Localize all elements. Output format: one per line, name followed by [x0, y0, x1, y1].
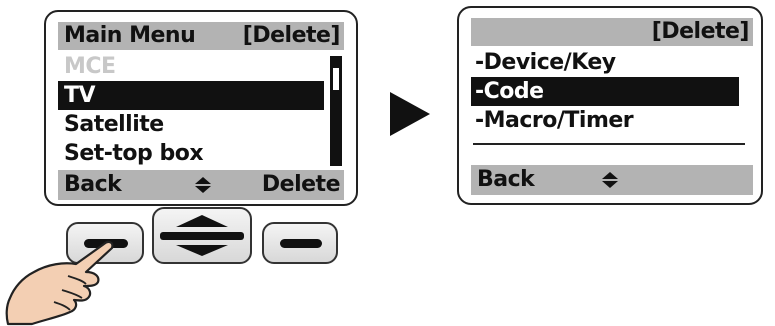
softkey-bar: Back — [471, 165, 753, 195]
menu-item-device-key[interactable]: -Device/Key — [471, 48, 739, 77]
navigation-rocker-button[interactable] — [152, 207, 252, 264]
pointing-hand-icon — [5, 240, 114, 326]
softkey-back-label: Back — [64, 172, 122, 197]
screen-header: [Delete] — [471, 18, 753, 46]
menu-item-tv[interactable]: TV — [58, 81, 324, 110]
right-soft-key-button[interactable] — [262, 222, 338, 264]
divider — [473, 143, 745, 145]
menu-item-set-top-box[interactable]: Set-top box — [58, 139, 324, 168]
dash-icon — [280, 239, 322, 248]
header-delete-action: [Delete] — [651, 19, 750, 44]
page-title: Main Menu — [64, 23, 196, 48]
menu-item-mce[interactable]: MCE — [58, 52, 324, 81]
softkey-bar: Back Delete — [58, 170, 344, 200]
softkey-back-label: Back — [477, 167, 535, 192]
main-menu-screen: Main Menu [Delete] MCE TV Satellite Set-… — [44, 10, 358, 206]
menu-item-macro-timer[interactable]: -Macro/Timer — [471, 106, 739, 135]
menu-item-code[interactable]: -Code — [471, 77, 739, 106]
softkey-delete-label: Delete — [261, 172, 341, 197]
up-down-arrows-icon — [602, 172, 618, 188]
up-down-arrows-icon — [160, 215, 244, 256]
scrollbar[interactable] — [330, 56, 342, 166]
header-delete-action: [Delete] — [242, 23, 341, 48]
code-menu-screen: [Delete] -Device/Key -Code -Macro/Timer … — [457, 6, 763, 205]
screen-header: Main Menu [Delete] — [58, 22, 344, 50]
scrollbar-thumb[interactable] — [333, 68, 339, 90]
menu-item-satellite[interactable]: Satellite — [58, 110, 324, 139]
right-arrow-icon — [390, 92, 430, 136]
up-down-arrows-icon — [195, 177, 211, 193]
